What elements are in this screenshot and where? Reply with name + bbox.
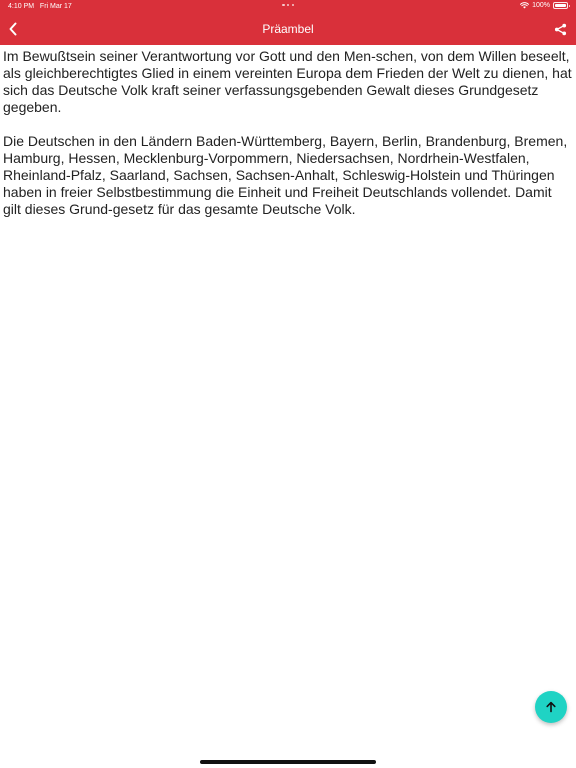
arrow-up-icon bbox=[546, 701, 556, 713]
battery-icon bbox=[553, 2, 570, 9]
header: 4:10 PM Fri Mar 17 100% Präambel bbox=[0, 0, 576, 45]
share-button[interactable] bbox=[550, 19, 570, 39]
paragraph-preamble-2: Die Deutschen in den Ländern Baden-Württ… bbox=[3, 133, 568, 217]
status-time-text: 4:10 PM bbox=[8, 3, 35, 10]
status-bar: 4:10 PM Fri Mar 17 100% bbox=[0, 0, 576, 14]
app-screen: 4:10 PM Fri Mar 17 100% Präambel Im Bewu… bbox=[0, 0, 576, 768]
home-indicator[interactable] bbox=[200, 760, 376, 764]
battery-percentage: 100% bbox=[532, 2, 550, 9]
chevron-left-icon bbox=[9, 22, 17, 36]
wifi-icon bbox=[520, 2, 530, 9]
share-icon bbox=[554, 23, 566, 35]
page-title: Präambel bbox=[262, 22, 314, 36]
back-button[interactable] bbox=[4, 19, 22, 39]
scroll-to-top-button[interactable] bbox=[535, 691, 567, 723]
status-date-text: Fri Mar 17 bbox=[39, 3, 72, 10]
paragraph-preamble-1: Im Bewußtsein seiner Verantwortung vor G… bbox=[3, 48, 572, 115]
navigation-bar: Präambel bbox=[0, 14, 576, 45]
article-content: Im Bewußtsein seiner Verantwortung vor G… bbox=[3, 48, 573, 235]
status-indicators: 100% bbox=[520, 2, 570, 9]
status-time: 4:10 PM Fri Mar 17 bbox=[8, 3, 72, 10]
multitasking-dots-icon[interactable] bbox=[282, 3, 294, 7]
